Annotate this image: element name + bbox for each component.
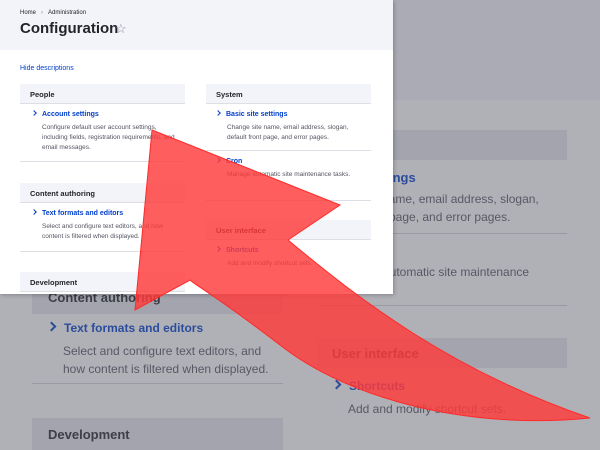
section-system-title: System: [216, 90, 243, 99]
section-content-authoring-header: Content authoring: [20, 183, 185, 203]
section-user-interface-title: User interface: [216, 226, 267, 235]
chevron-right-icon: [31, 110, 37, 116]
chevron-right-icon: [215, 110, 221, 116]
divider: [20, 251, 185, 252]
chevron-right-icon: [215, 246, 221, 252]
breadcrumb-home[interactable]: Home: [20, 10, 36, 16]
hide-descriptions-link[interactable]: Hide descriptions: [20, 65, 74, 72]
section-development-title: Development: [30, 278, 78, 287]
section-content-authoring-title: Content authoring: [30, 189, 95, 198]
cron-label: Cron: [226, 158, 243, 165]
basic-site-settings-link[interactable]: Basic site settings: [215, 110, 288, 118]
account-settings-desc: Configure default user account settings,…: [42, 124, 175, 151]
shortcuts-label: Shortcuts: [226, 247, 259, 254]
cron-link[interactable]: Cron: [215, 157, 243, 165]
section-development-header: Development: [20, 272, 185, 292]
breadcrumb-admin[interactable]: Administration: [48, 10, 86, 16]
page-title: Configuration: [20, 20, 119, 37]
breadcrumb: Home › Administration: [20, 10, 86, 16]
basic-site-settings-desc: Change site name, email address, slogan,…: [227, 124, 349, 141]
section-people-title: People: [30, 90, 55, 99]
star-icon[interactable]: ☆: [115, 21, 127, 37]
account-settings-link[interactable]: Account settings: [31, 110, 99, 118]
chevron-right-icon: [215, 157, 221, 163]
divider: [20, 161, 185, 162]
section-people-header: People: [20, 84, 185, 104]
section-system-header: System: [206, 84, 371, 104]
divider: [206, 200, 371, 201]
cron-desc: Manage automatic site maintenance tasks.: [227, 171, 351, 178]
breadcrumb-separator-icon: ›: [41, 10, 44, 16]
account-settings-label: Account settings: [42, 111, 99, 118]
basic-site-settings-label: Basic site settings: [226, 111, 288, 118]
divider: [206, 150, 371, 151]
chevron-right-icon: [31, 209, 37, 215]
page-header: Home › Administration Configuration ☆: [0, 0, 393, 50]
shortcuts-link[interactable]: Shortcuts: [215, 246, 259, 254]
text-formats-label: Text formats and editors: [42, 210, 124, 217]
section-user-interface-header: User interface: [206, 220, 371, 240]
configuration-page: Home › Administration Configuration ☆ Hide…: [0, 0, 393, 294]
shortcuts-desc: Add and modify shortcut sets.: [227, 260, 313, 267]
text-formats-desc: Select and configure text editors, and h…: [42, 223, 164, 240]
text-formats-link[interactable]: Text formats and editors: [31, 209, 124, 217]
